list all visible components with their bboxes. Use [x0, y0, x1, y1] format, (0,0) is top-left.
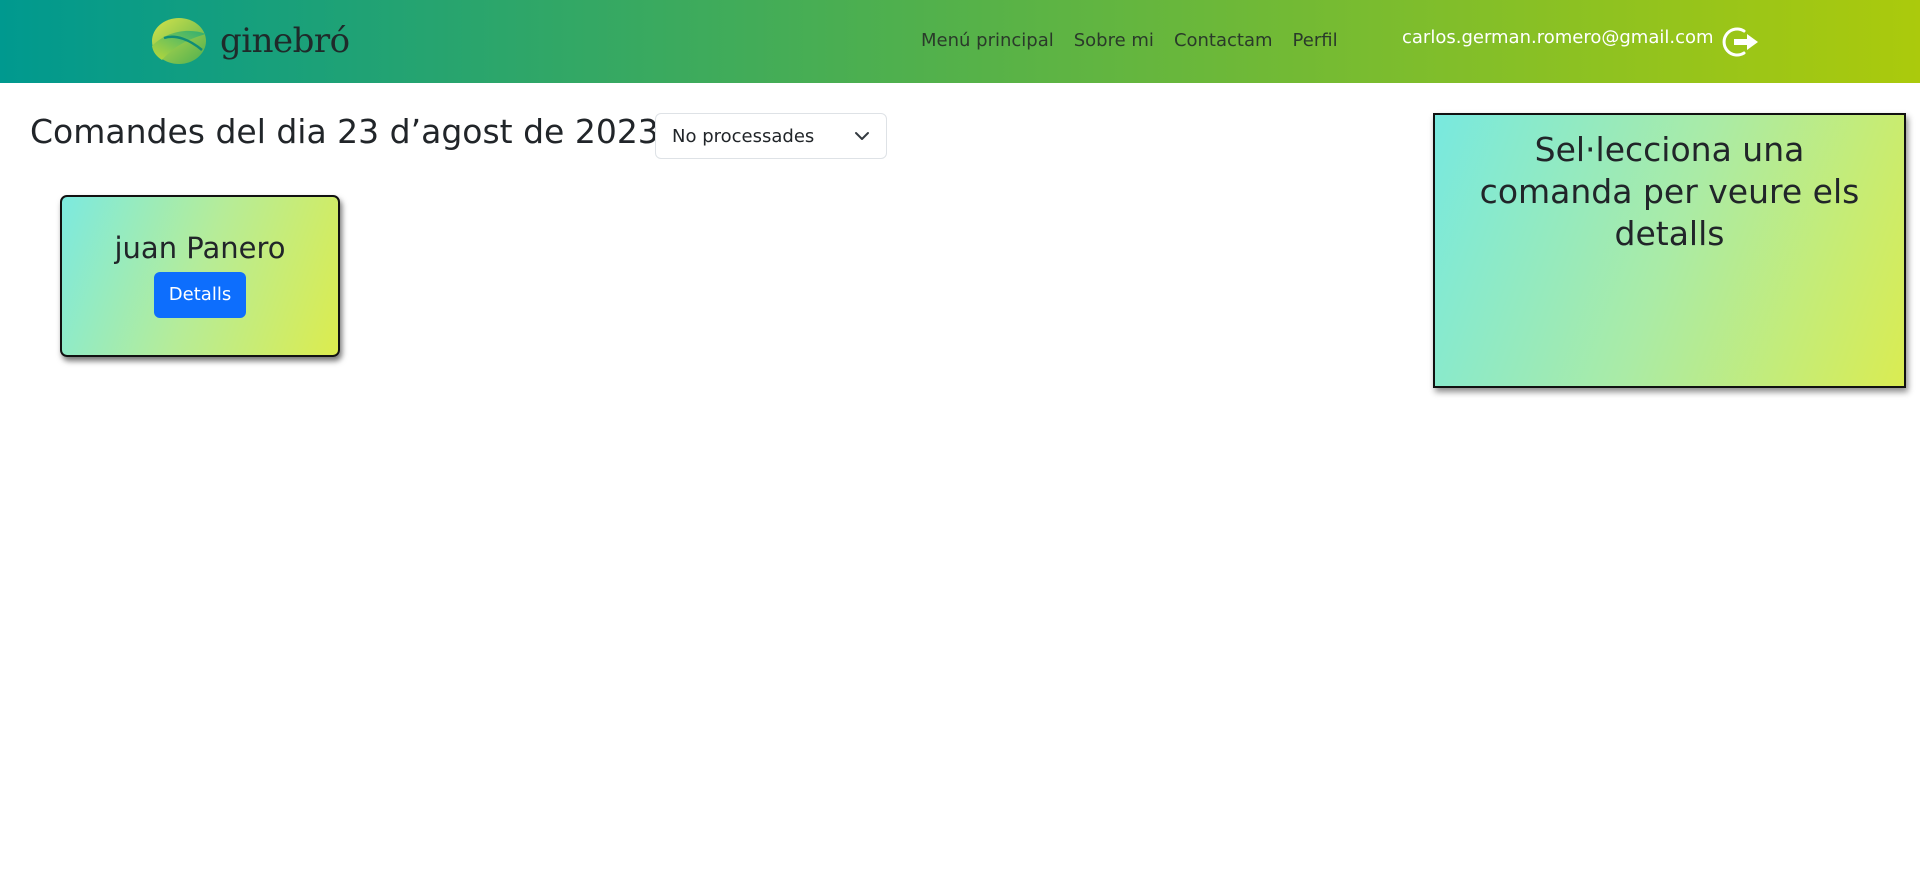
brand-logo[interactable]: ginebró [150, 16, 350, 66]
logout-icon[interactable] [1722, 26, 1760, 58]
details-button[interactable]: Detalls [154, 272, 246, 318]
brand-leaf-icon [152, 18, 206, 64]
page-title: Comandes del dia 23 d’agost de 2023 [30, 112, 659, 151]
nav-link-sobre-mi[interactable]: Sobre mi [1064, 26, 1164, 55]
main-nav: Menú principal Sobre mi Contactam Perfil [921, 26, 1348, 55]
top-navbar: ginebró Menú principal Sobre mi Contacta… [0, 0, 1920, 83]
nav-link-contactam[interactable]: Contactam [1164, 26, 1283, 55]
chevron-down-icon [855, 132, 869, 140]
order-detail-panel: Sel·lecciona una comanda per veure els d… [1433, 113, 1906, 388]
order-customer-name: juan Panero [114, 231, 286, 265]
nav-link-menu-principal[interactable]: Menú principal [921, 26, 1064, 55]
status-filter-value: No processades [672, 125, 815, 147]
order-card: juan Panero Detalls [60, 195, 340, 357]
user-email: carlos.german.romero@gmail.com [1402, 27, 1714, 48]
detail-panel-prompt: Sel·lecciona una comanda per veure els d… [1479, 130, 1860, 253]
brand-name: ginebró [220, 21, 350, 61]
status-filter-select[interactable]: No processades [655, 113, 887, 159]
nav-link-perfil[interactable]: Perfil [1283, 26, 1348, 55]
